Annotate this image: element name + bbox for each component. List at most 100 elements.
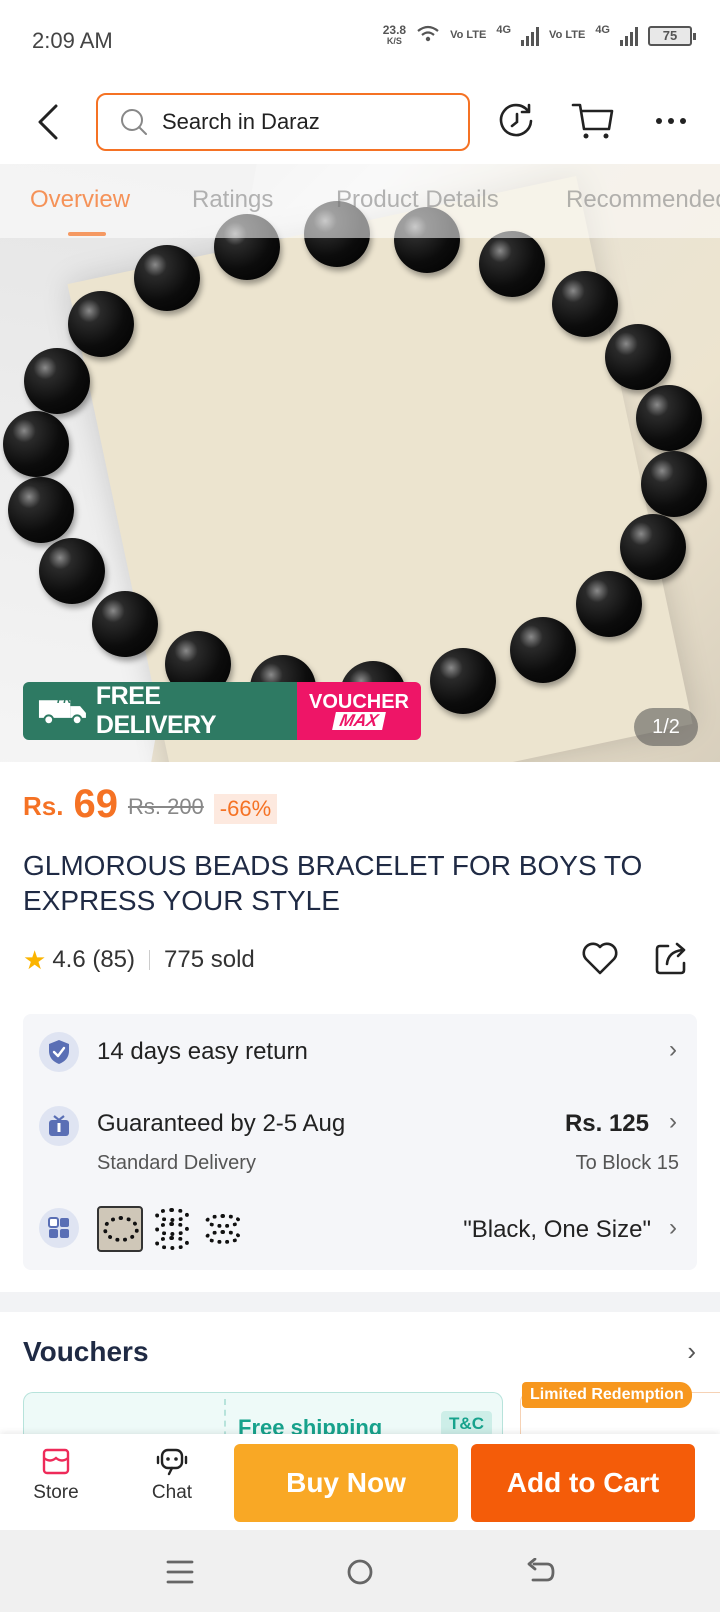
back-icon <box>38 104 58 140</box>
bead <box>68 290 135 357</box>
delivery-box-icon <box>39 1106 79 1146</box>
variant-row[interactable]: "Black, One Size" › <box>23 1188 697 1268</box>
cart-icon <box>571 103 614 139</box>
max-text: MAX <box>332 711 386 730</box>
free-delivery-badge: FREE FREE DELIVERY <box>23 682 297 740</box>
home-circle-icon <box>347 1559 373 1585</box>
bead <box>23 347 90 414</box>
signal-icon <box>521 26 540 46</box>
status-time: 2:09 AM <box>32 28 113 53</box>
price-row: Rs. 69 Rs. 200 -66% <box>23 784 278 824</box>
product-image-gallery[interactable]: Overview Ratings Product Details Recomme… <box>0 164 720 762</box>
network-speed: 23.8 K/S <box>382 22 407 47</box>
return-text: 14 days easy return <box>97 1038 308 1065</box>
status-bar: 2:09 AM 23.8 K/S Vo LTE 4G Vo LTE 4G 75 <box>0 0 720 80</box>
sim2-label: Vo LTE <box>549 29 586 41</box>
system-nav-bar <box>0 1530 720 1612</box>
bead <box>8 476 75 543</box>
chat-label: Chat <box>151 1482 193 1503</box>
history-button[interactable] <box>494 98 540 144</box>
back-button[interactable] <box>28 100 68 144</box>
bead <box>3 411 70 478</box>
variant-thumb[interactable] <box>201 1206 247 1252</box>
search-input[interactable]: Search in Daraz <box>96 93 470 151</box>
heart-icon <box>582 942 618 975</box>
bead <box>575 571 642 638</box>
variant-grid-icon <box>39 1208 79 1248</box>
bracelet-thumb-image <box>205 1214 241 1228</box>
bead <box>38 538 105 605</box>
info-card: 14 days easy return › Guaranteed by 2-5 … <box>23 1014 697 1270</box>
net-speed-unit: K/S <box>386 35 402 46</box>
free-badge-text: FREE <box>57 694 85 706</box>
bracelet-thumb-image <box>155 1236 189 1250</box>
sim1-label: Vo LTE <box>450 29 487 41</box>
action-bar: Store Chat Buy Now Add to Cart <box>0 1434 720 1530</box>
wishlist-button[interactable] <box>580 938 620 978</box>
sim1-volte: Vo LTE <box>450 30 486 41</box>
bracelet-thumb-image <box>103 1216 139 1242</box>
chevron-right-icon: › <box>669 1036 677 1063</box>
shield-icon <box>39 1032 79 1072</box>
history-icon <box>499 103 533 137</box>
return-policy-row[interactable]: 14 days easy return › <box>23 1014 697 1088</box>
variant-thumb[interactable] <box>149 1206 195 1252</box>
delivery-row[interactable]: Guaranteed by 2-5 Aug Standard Delivery … <box>23 1088 697 1188</box>
chevron-right-icon: › <box>669 1108 677 1135</box>
free-delivery-text: FREE DELIVERY <box>95 682 217 739</box>
star-icon: ★ <box>23 944 47 975</box>
chat-button[interactable]: Chat <box>132 1446 212 1518</box>
bracelet-thumb-image <box>155 1208 189 1222</box>
bead <box>635 385 702 452</box>
tab-underline <box>68 232 106 236</box>
chat-icon <box>156 1448 188 1476</box>
price-currency: Rs. <box>23 791 64 821</box>
bracelet-thumb-image <box>155 1222 189 1236</box>
chevron-right-icon[interactable]: › <box>687 1336 696 1367</box>
sim2-volte: Vo LTE <box>549 30 585 41</box>
tab-product-details[interactable]: Product Details <box>336 186 499 214</box>
buy-now-button[interactable]: Buy Now <box>234 1444 458 1522</box>
discount-badge: -66% <box>213 794 278 824</box>
bead <box>510 617 577 684</box>
back-nav-button[interactable] <box>520 1552 560 1592</box>
net-speed-value: 23.8 <box>382 22 407 37</box>
divider <box>149 950 151 970</box>
tab-recommended[interactable]: Recommended <box>566 186 720 214</box>
original-price: Rs. 200 <box>127 794 204 819</box>
store-button[interactable]: Store <box>16 1446 96 1518</box>
bead <box>429 647 496 714</box>
store-icon <box>42 1448 70 1475</box>
variant-thumbnails <box>97 1206 257 1254</box>
home-button[interactable] <box>340 1552 380 1592</box>
menu-icon <box>166 1560 194 1584</box>
vouchers-title[interactable]: Vouchers <box>23 1336 149 1368</box>
more-button[interactable] <box>648 98 694 144</box>
voucher-max-badge: VOUCHER MAX <box>297 682 421 740</box>
chevron-right-icon: › <box>669 1214 677 1241</box>
bead <box>605 323 672 390</box>
share-button[interactable] <box>652 938 692 978</box>
variant-label: "Black, One Size" <box>463 1216 651 1243</box>
back-arrow-icon <box>527 1558 555 1582</box>
recents-button[interactable] <box>160 1552 200 1592</box>
battery-icon: 75 <box>648 25 696 46</box>
shipping-destination: To Block 15 <box>575 1152 679 1174</box>
sim2-gen: 4G <box>595 24 610 36</box>
tab-ratings[interactable]: Ratings <box>192 186 273 214</box>
shipping-price: Rs. 125 <box>564 1110 649 1137</box>
bead <box>640 450 707 517</box>
bead <box>133 244 200 311</box>
store-label: Store <box>33 1482 79 1503</box>
variant-thumb-selected[interactable] <box>97 1206 143 1252</box>
bracelet-thumb-image <box>205 1230 241 1244</box>
share-icon <box>655 942 686 975</box>
rating-text: 4.6 (85) <box>52 946 136 973</box>
cart-button[interactable] <box>570 98 616 144</box>
add-to-cart-button[interactable]: Add to Cart <box>471 1444 695 1522</box>
search-icon <box>121 109 147 135</box>
bead <box>551 270 618 337</box>
wifi-icon <box>416 24 440 47</box>
tab-overview[interactable]: Overview <box>30 186 130 214</box>
signal-icon <box>620 26 638 46</box>
